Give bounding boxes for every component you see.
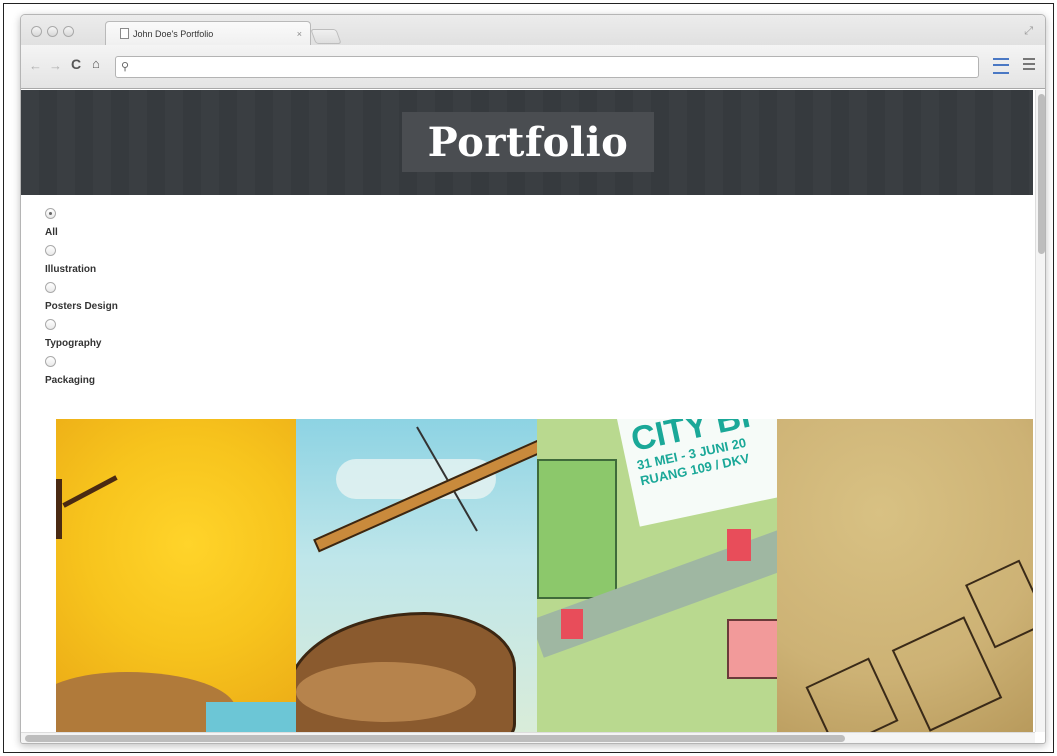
- radio-illustration[interactable]: [45, 245, 56, 256]
- gallery-item-floorplan-packaging[interactable]: [777, 419, 1033, 732]
- forward-icon[interactable]: →: [49, 58, 62, 73]
- home-icon[interactable]: ⌂: [92, 56, 100, 71]
- fullscreen-icon[interactable]: ⤢: [1024, 25, 1033, 38]
- poster-sign: CITY BI 31 MEI - 3 JUNI 20 RUANG 109 / D…: [617, 419, 777, 527]
- tab-close-icon[interactable]: ×: [297, 29, 302, 39]
- filter-all[interactable]: All: [45, 208, 118, 238]
- gallery-item-desert-illustration[interactable]: [56, 419, 296, 732]
- vertical-scrollbar[interactable]: [1035, 90, 1045, 732]
- bookmark-icon[interactable]: [993, 58, 1009, 74]
- close-window-button[interactable]: [31, 26, 42, 37]
- gallery-item-city-poster[interactable]: CITY BI 31 MEI - 3 JUNI 20 RUANG 109 / D…: [537, 419, 777, 732]
- filter-label[interactable]: Posters Design: [45, 301, 118, 312]
- radio-typography[interactable]: [45, 319, 56, 330]
- zoom-window-button[interactable]: [63, 26, 74, 37]
- page-icon: [120, 28, 129, 39]
- gallery-item-ship-illustration[interactable]: [296, 419, 537, 732]
- address-bar[interactable]: ⚲: [115, 56, 979, 78]
- minimize-window-button[interactable]: [47, 26, 58, 37]
- category-filters: All Illustration Posters Design Typograp…: [45, 208, 118, 393]
- page-viewport: Portfolio All Illustration Posters Desig…: [21, 90, 1033, 732]
- menu-icon[interactable]: [1023, 58, 1035, 70]
- filter-label[interactable]: Typography: [45, 338, 118, 349]
- reload-icon[interactable]: C: [71, 56, 81, 72]
- radio-posters-design[interactable]: [45, 282, 56, 293]
- new-tab-button[interactable]: [310, 29, 342, 44]
- radio-packaging[interactable]: [45, 356, 56, 367]
- window-controls: [31, 26, 74, 37]
- site-header: Portfolio: [21, 90, 1033, 195]
- filter-label[interactable]: All: [45, 227, 118, 238]
- screenshot-frame: John Doe's Portfolio × ⤢ ← → C ⌂ ⚲ Portf…: [3, 3, 1054, 753]
- filter-packaging[interactable]: Packaging: [45, 356, 118, 386]
- filter-typography[interactable]: Typography: [45, 319, 118, 349]
- filter-label[interactable]: Packaging: [45, 375, 118, 386]
- back-icon[interactable]: ←: [29, 58, 42, 73]
- tab-title: John Doe's Portfolio: [133, 28, 214, 39]
- filter-posters-design[interactable]: Posters Design: [45, 282, 118, 312]
- site-logo[interactable]: Portfolio: [402, 112, 654, 172]
- browser-tab[interactable]: John Doe's Portfolio ×: [105, 21, 311, 45]
- browser-window: John Doe's Portfolio × ⤢ ← → C ⌂ ⚲ Portf…: [20, 14, 1046, 744]
- filter-label[interactable]: Illustration: [45, 264, 118, 275]
- search-icon: ⚲: [121, 61, 130, 73]
- logo-text: Portfolio: [427, 118, 629, 166]
- horizontal-scroll-thumb[interactable]: [25, 735, 845, 742]
- horizontal-scrollbar[interactable]: [21, 732, 1035, 743]
- vertical-scroll-thumb[interactable]: [1038, 94, 1045, 254]
- filter-illustration[interactable]: Illustration: [45, 245, 118, 275]
- portfolio-gallery: CITY BI 31 MEI - 3 JUNI 20 RUANG 109 / D…: [56, 419, 1033, 732]
- browser-toolbar: ← → C ⌂ ⚲: [21, 45, 1045, 89]
- radio-all[interactable]: [45, 208, 56, 219]
